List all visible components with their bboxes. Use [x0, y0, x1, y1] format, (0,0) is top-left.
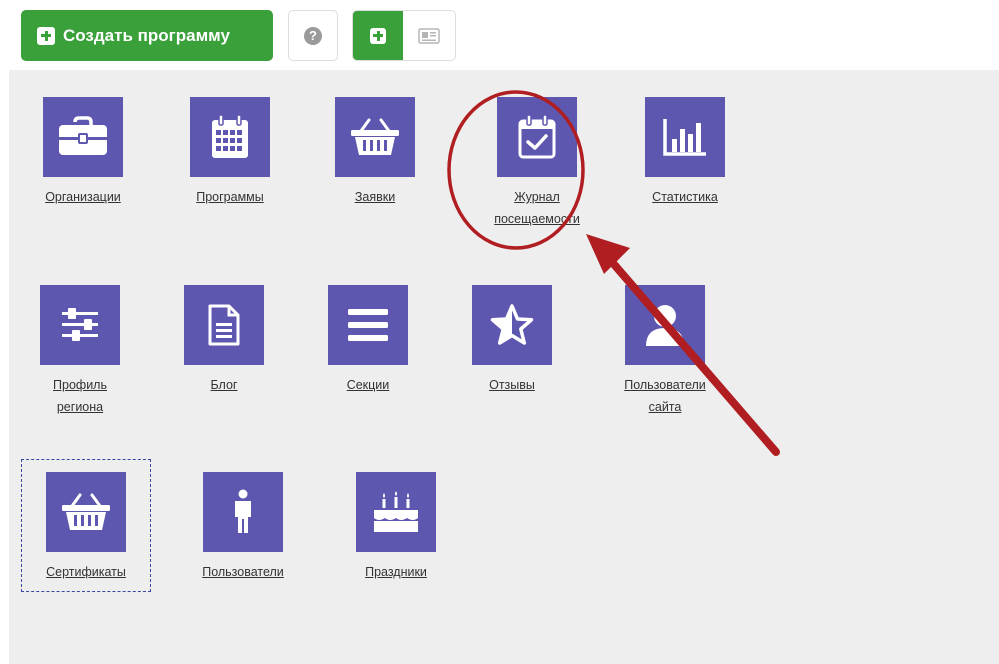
tile-region-profile[interactable]: Профиль региона [20, 285, 140, 418]
view-toggle-group [352, 10, 456, 61]
tile-label: Блог [210, 378, 238, 392]
tile-site-users[interactable]: Пользователи сайта [600, 285, 730, 418]
tile-label: сайта [648, 400, 682, 414]
basket-icon [335, 97, 415, 177]
bar-chart-icon [645, 97, 725, 177]
document-icon [184, 285, 264, 365]
page: Создать программу ? Организации Программ… [0, 0, 999, 664]
cake-icon [356, 472, 436, 552]
plus-square-icon [370, 27, 386, 44]
tile-label: Организации [45, 190, 121, 204]
id-card-icon [418, 27, 440, 44]
tile-label: региона [56, 400, 104, 414]
list-icon [328, 285, 408, 365]
calendar-grid-icon [190, 97, 270, 177]
star-half-icon [472, 285, 552, 365]
tile-holidays[interactable]: Праздники [336, 472, 456, 583]
basket-icon [46, 472, 126, 552]
add-button[interactable] [353, 11, 403, 60]
create-program-label: Создать программу [63, 25, 230, 45]
sliders-icon [40, 285, 120, 365]
tile-programs[interactable]: Программы [170, 97, 290, 208]
tile-sections[interactable]: Секции [308, 285, 428, 396]
tile-requests[interactable]: Заявки [315, 97, 435, 208]
create-program-button[interactable]: Создать программу [21, 10, 273, 61]
tile-label: Статистика [652, 190, 718, 204]
briefcase-icon [43, 97, 123, 177]
tile-statistics[interactable]: Статистика [625, 97, 745, 208]
tile-label: посещаемости [494, 212, 580, 226]
tile-label: Пользователи [202, 565, 284, 579]
tile-label: Профиль [53, 378, 107, 392]
tile-users[interactable]: Пользователи [183, 472, 303, 583]
card-view-button[interactable] [403, 11, 455, 60]
tile-label: Сертификаты [46, 565, 126, 579]
tile-blog[interactable]: Блог [164, 285, 284, 396]
tile-label: Журнал [514, 190, 560, 204]
tile-attendance[interactable]: Журнал посещаемости [472, 97, 602, 230]
tile-label: Программы [196, 190, 264, 204]
tile-reviews[interactable]: Отзывы [452, 285, 572, 396]
toolbar: Создать программу ? [0, 0, 999, 70]
question-circle-icon: ? [304, 26, 322, 45]
person-icon [203, 472, 283, 552]
tile-label: Отзывы [489, 378, 535, 392]
help-button[interactable]: ? [288, 10, 338, 61]
calendar-check-icon [497, 97, 577, 177]
tile-certificates[interactable]: Сертификаты [26, 472, 146, 583]
plus-square-icon [37, 26, 55, 45]
tile-label: Заявки [354, 190, 396, 204]
user-icon [625, 285, 705, 365]
tile-label: Праздники [365, 565, 427, 579]
tile-label: Пользователи [624, 378, 706, 392]
tile-label: Секции [346, 378, 390, 392]
tile-organizations[interactable]: Организации [23, 97, 143, 208]
